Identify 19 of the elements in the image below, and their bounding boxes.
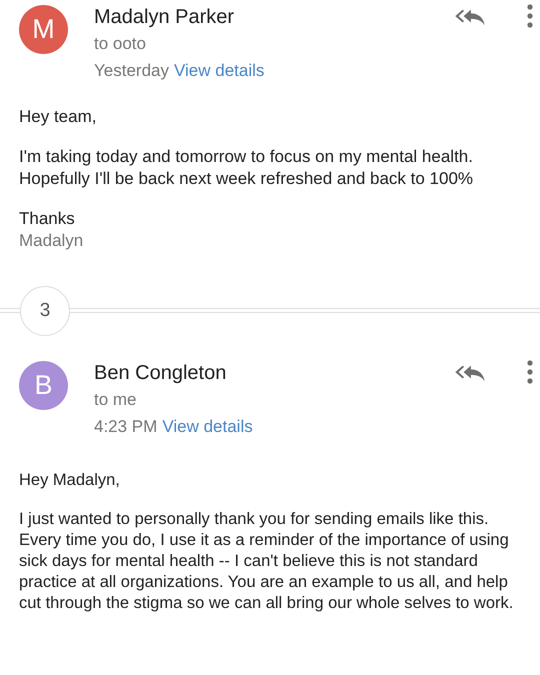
more-options-icon[interactable] [527, 360, 533, 384]
more-options-icon[interactable] [527, 4, 533, 28]
message-time: Yesterday [94, 60, 169, 82]
greeting-text: Hey team, [19, 106, 98, 128]
signoff-text: Thanks [19, 208, 76, 230]
message-paragraph: I just wanted to personally thank you for sending emails like this. Every time you do, I use it as a reminder of the importance of using sick days for mental health -- I can't believe this is not standard practice at all organizations. You are an example to us all, and help cut through the stigma so we can all bring our whole selves to work. [19, 509, 514, 614]
sender-name: Madalyn Parker [94, 5, 236, 30]
sender-avatar: B [19, 361, 68, 410]
message-paragraph: I'm taking today and tomorrow to focus on my mental health. Hopefully I'll be back next week refreshed and back to 100% [19, 146, 474, 190]
view-details-link[interactable]: View details [174, 57, 264, 84]
sender-avatar: M [19, 5, 68, 54]
greeting-text: Hey Madalyn, [19, 470, 121, 491]
collapsed-count-badge[interactable]: 3 [20, 286, 70, 336]
view-details-link[interactable]: View details [162, 413, 253, 440]
signature-text: Madalyn [19, 230, 84, 252]
recipient-text: to me [94, 389, 138, 411]
recipient-text: to ooto [94, 33, 147, 55]
message-time: 4:23 PM [94, 416, 158, 438]
sender-name: Ben Congleton [94, 361, 228, 386]
